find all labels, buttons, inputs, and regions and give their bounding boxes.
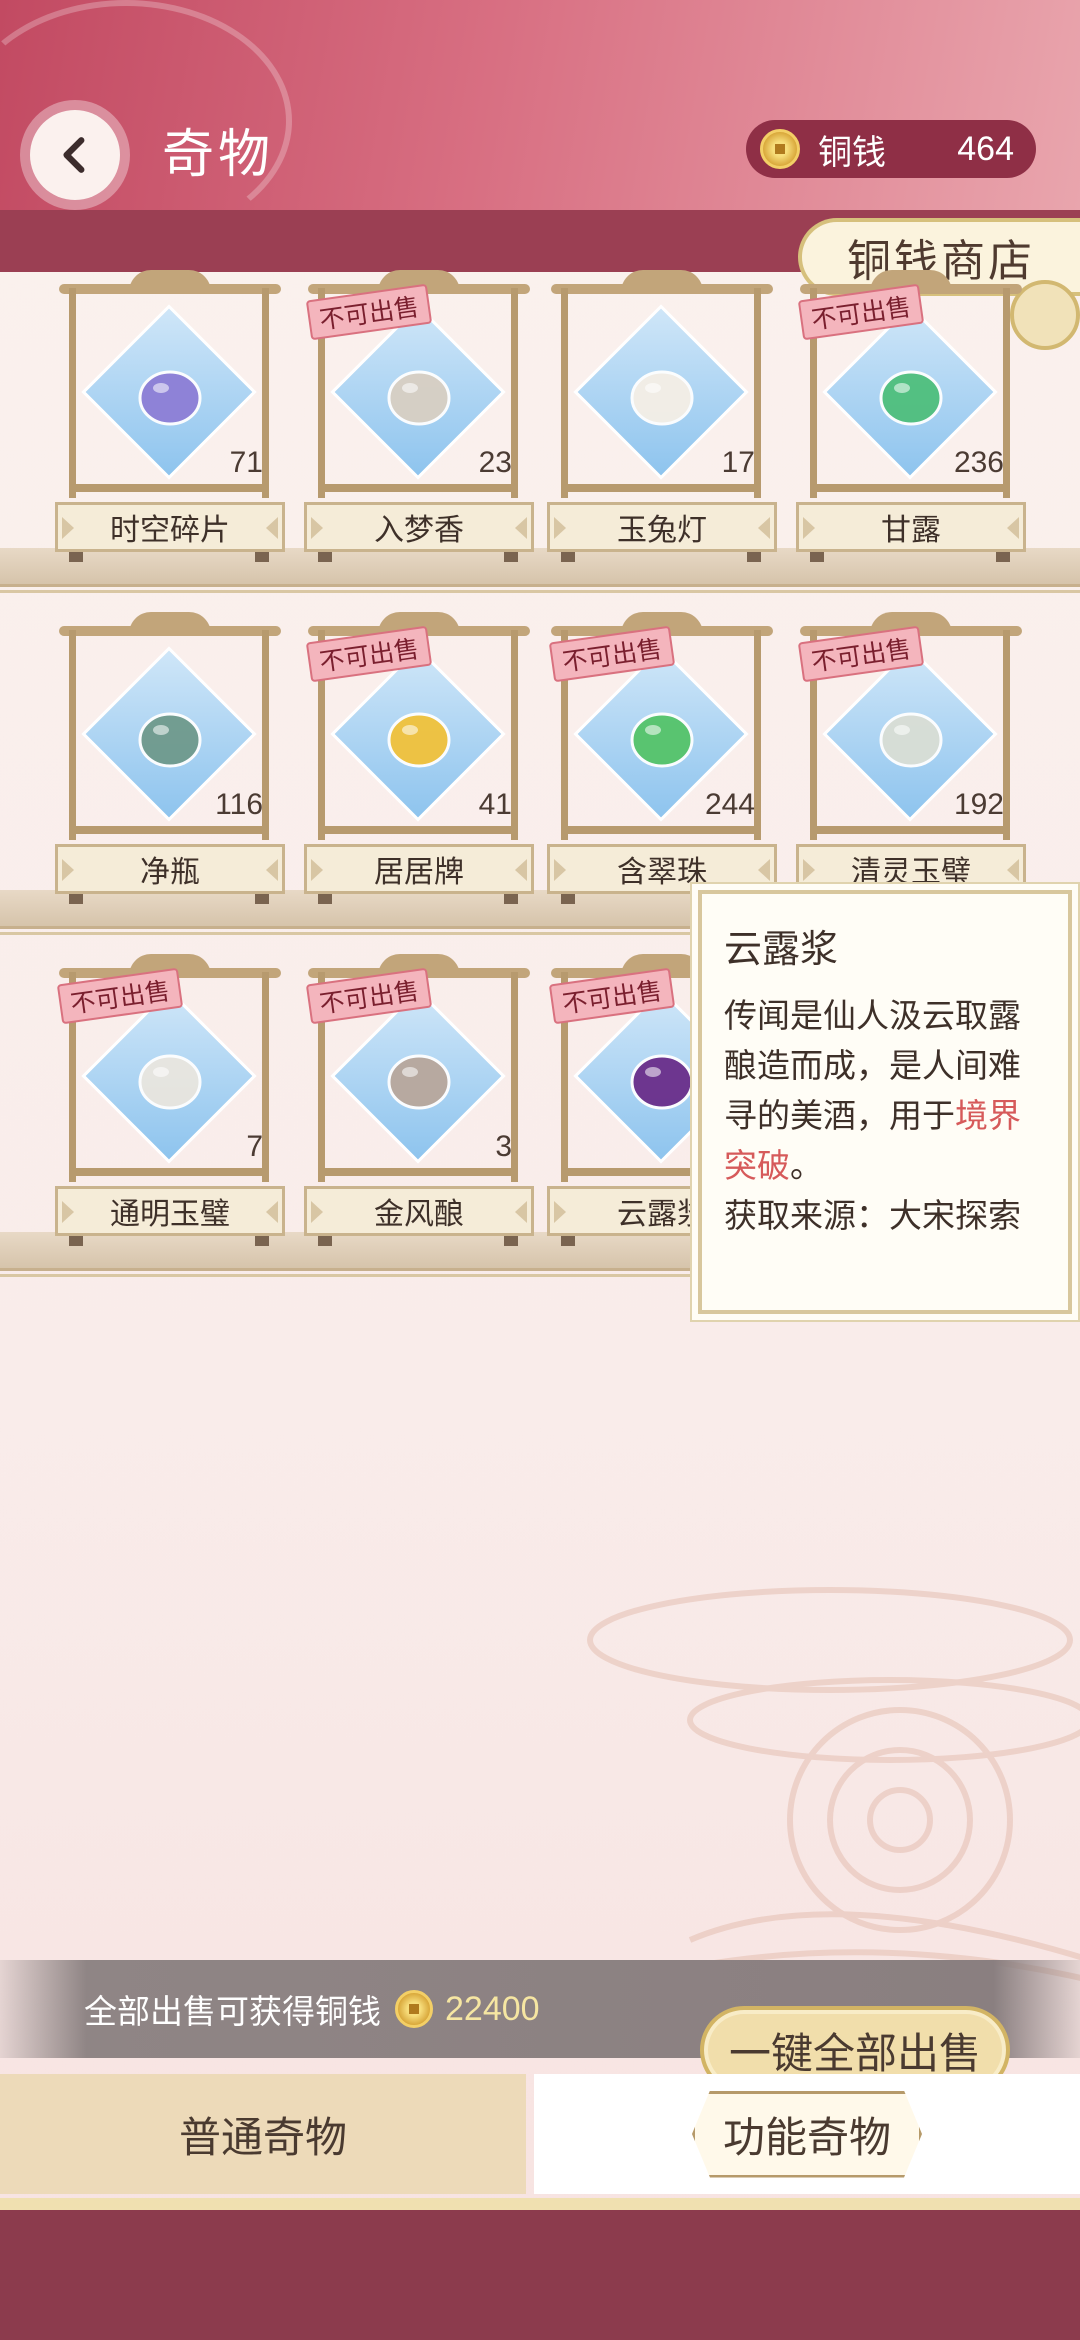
coin-icon [760,129,800,169]
back-button[interactable] [30,110,120,200]
item-card[interactable]: 236 甘露 不可出售 [796,270,1026,562]
tooltip-title: 云露浆 [724,929,839,971]
item-name: 金风酿 [304,1186,534,1236]
tooltip-description: 传闻是仙人汲云取露酿造而成，是人间难寻的美酒，用于境界突破。 [724,991,1046,1191]
item-count: 41 [478,788,512,821]
sell-all-amount: 22400 [445,1989,540,2028]
item-card[interactable]: 23 入梦香 不可出售 [304,270,534,562]
frame-bottom [318,1168,518,1176]
item-count: 236 [953,446,1004,479]
item-card[interactable]: 3 金风酿 不可出售 [304,954,534,1246]
item-name: 通明玉璧 [55,1186,285,1236]
pattern-disc-icon [115,1022,225,1132]
frame-legs [69,552,269,562]
dew-drop-icon [856,338,966,448]
rabbit-lantern-icon [607,338,717,448]
frame-legs [561,552,761,562]
item-count: 3 [495,1130,512,1163]
item-name: 玉兔灯 [547,502,777,552]
item-count: 192 [953,788,1004,821]
frame-bottom [318,484,518,492]
tab-function-items[interactable]: 功能奇物 [534,2074,1080,2194]
pig-token-icon [364,680,474,790]
tab-function-label: 功能奇物 [692,2091,922,2178]
wine-gourd-icon [364,1022,474,1132]
tab-normal-items[interactable]: 普通奇物 [0,2074,526,2194]
currency-display: 铜钱 464 [746,120,1036,178]
currency-value: 464 [957,129,1014,168]
jade-pearl-icon [607,680,717,790]
item-card[interactable]: 71 时空碎片 [55,270,285,562]
item-card[interactable]: 17 玉兔灯 [547,270,777,562]
item-card[interactable]: 41 居居牌 不可出售 [304,612,534,904]
bottom-tabs: 普通奇物 功能奇物 [0,2074,1080,2194]
item-count: 244 [704,788,755,821]
frame-bottom [69,826,269,834]
chevron-left-icon [63,137,85,173]
celadon-vase-icon [115,680,225,790]
frame-bottom [810,484,1010,492]
coin-icon [395,1990,433,2028]
frame-bottom [318,826,518,834]
frame-legs [318,1236,518,1246]
frame-bottom [561,484,761,492]
crystal-shards-icon [115,338,225,448]
frame-legs [69,894,269,904]
item-card[interactable]: 116 净瓶 [55,612,285,904]
flower-decoration [587,1587,1080,1983]
frame-bottom [561,826,761,834]
page-title: 奇物 [162,125,275,185]
footer-band [0,2198,1080,2340]
item-name: 甘露 [796,502,1026,552]
sell-all-text: 全部出售可获得铜钱 [84,1993,381,2030]
incense-burner-icon [364,338,474,448]
frame-legs [810,552,1010,562]
item-count: 23 [478,446,512,479]
item-name: 入梦香 [304,502,534,552]
frame-legs [69,1236,269,1246]
frame-bottom [69,484,269,492]
item-count: 17 [721,446,755,479]
item-name: 时空碎片 [55,502,285,552]
item-card[interactable]: 7 通明玉璧 不可出售 [55,954,285,1246]
item-name: 居居牌 [304,844,534,894]
frame-legs [318,552,518,562]
shelf-divider [0,590,1080,593]
item-count: 7 [246,1130,263,1163]
item-count: 71 [229,446,263,479]
item-card[interactable]: 192 清灵玉璧 不可出售 [796,612,1026,904]
item-name: 含翠珠 [547,844,777,894]
item-card[interactable]: 244 含翠珠 不可出售 [547,612,777,904]
item-tooltip: 云露浆 传闻是仙人汲云取露酿造而成，是人间难寻的美酒，用于境界突破。 获取来源：… [698,890,1072,1314]
tooltip-source: 获取来源：大宋探索 [724,1197,1021,1234]
currency-label: 铜钱 [818,133,886,172]
frame-bottom [69,1168,269,1176]
frame-legs [318,894,518,904]
tooltip-desc-end: 。 [790,1147,823,1184]
item-name: 清灵玉璧 [796,844,1026,894]
item-count: 116 [215,788,263,821]
frame-bottom [810,826,1010,834]
item-name: 净瓶 [55,844,285,894]
jade-disc-icon [856,680,966,790]
